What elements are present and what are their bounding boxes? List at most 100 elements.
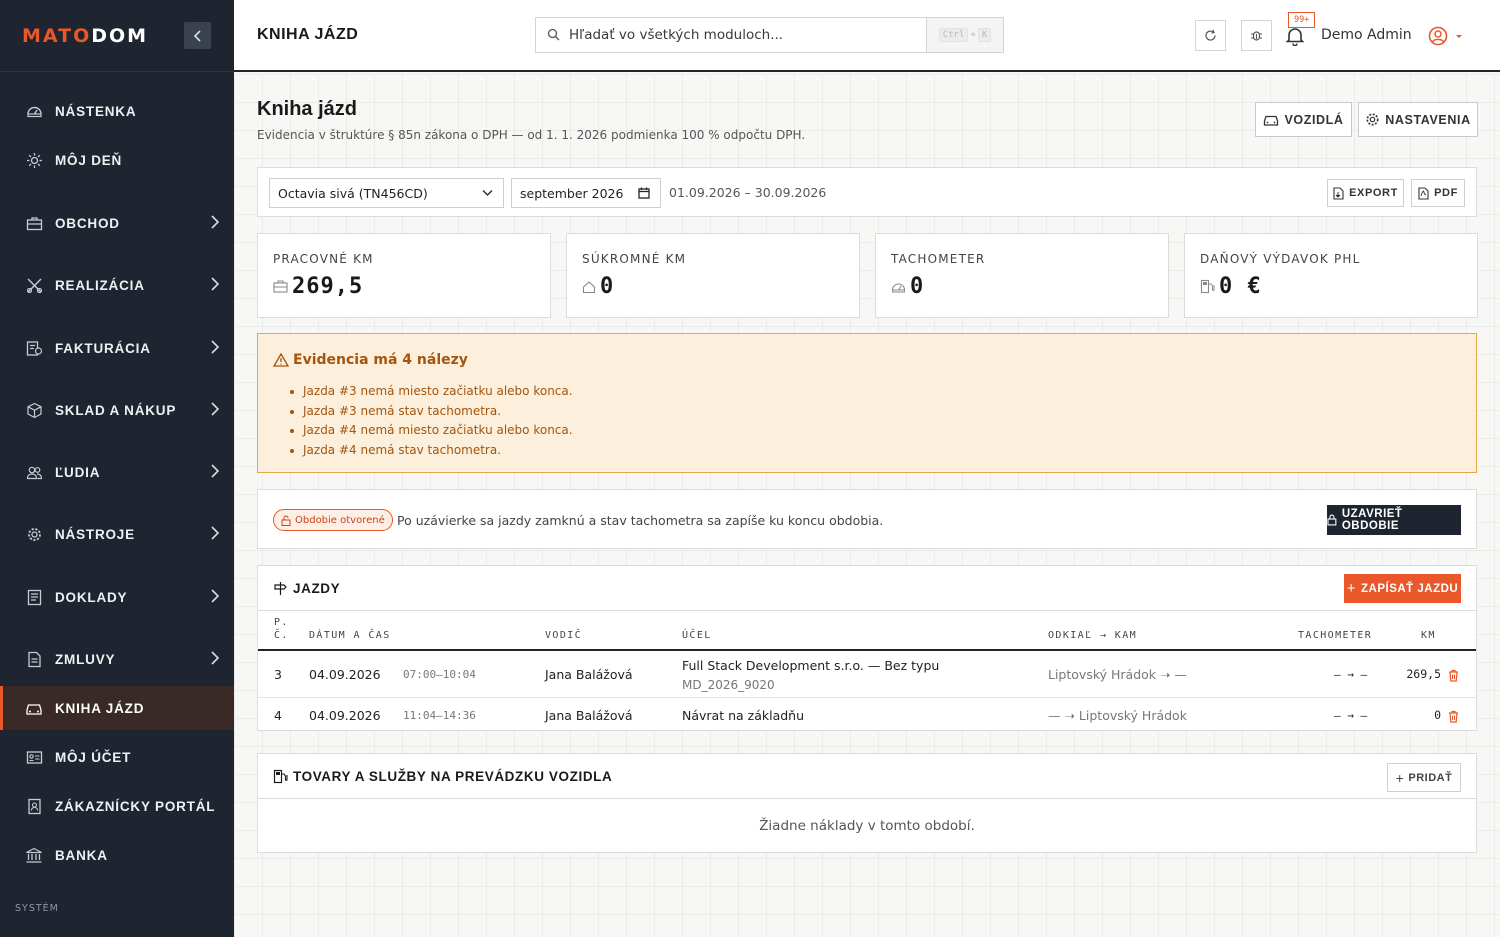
module-title: KNIHA JÁZD	[257, 26, 359, 43]
chevron-right-icon	[210, 525, 220, 545]
col-km: KM	[1421, 630, 1436, 641]
sidebar-item-moj-ucet[interactable]: MÔJ ÚČET	[0, 735, 234, 779]
row-odometer: — → —	[1334, 668, 1368, 681]
sidebar-item-moj-den[interactable]: MÔJ DEŇ	[0, 138, 234, 182]
signpost-icon	[274, 582, 287, 595]
period-panel: Obdobie otvorené Po uzávierke sa jazdy z…	[257, 489, 1477, 549]
sidebar-item-doklady[interactable]: DOKLADY	[0, 575, 234, 619]
pdf-button[interactable]: PDF	[1411, 179, 1465, 207]
sidebar-item-label: ZMLUVY	[55, 651, 116, 667]
close-period-button[interactable]: UZAVRIEŤ OBDOBIE	[1327, 505, 1461, 535]
stat-label: TACHOMETER	[891, 252, 986, 266]
month-picker[interactable]: september 2026	[511, 178, 661, 208]
stat-value-row: 0	[582, 274, 614, 299]
warning-icon	[273, 353, 289, 367]
sidebar-item-label: REALIZÁCIA	[55, 277, 145, 293]
stat-value: 0	[600, 274, 615, 299]
user-avatar-icon	[1428, 26, 1462, 46]
sidebar-collapse-button[interactable]	[184, 22, 211, 49]
kbd-k: K	[977, 28, 992, 42]
lock-icon	[1327, 514, 1337, 526]
refresh-button[interactable]	[1195, 20, 1226, 51]
stat-private-km: SÚKROMNÉ KM 0	[566, 233, 860, 318]
sidebar-item-label: BANKA	[55, 847, 108, 863]
col-no-line1: P.	[274, 617, 289, 628]
sidebar-item-nastroje[interactable]: NÁSTROJE	[0, 512, 234, 556]
search-input[interactable]: Hľadať vo všetkých moduloch...	[569, 27, 783, 43]
alert-title: Evidencia má 4 nálezy	[293, 352, 468, 368]
filter-bar: Octavia sivá (TN456CD) september 2026 01…	[257, 167, 1477, 217]
sidebar-section-system: SYSTÉM	[15, 903, 59, 914]
row-time: 07:00–10:04	[403, 668, 476, 681]
vehicles-button[interactable]: VOZIDLÁ	[1255, 102, 1352, 137]
sidebar-item-obchod[interactable]: OBCHOD	[0, 201, 234, 245]
notifications-button[interactable]	[1285, 26, 1305, 50]
page-subtitle: Evidencia v štruktúre § 85n zákona o DPH…	[257, 128, 806, 142]
row-no: 3	[274, 667, 282, 682]
sidebar-item-label: NÁSTENKA	[55, 103, 137, 119]
rides-header: JAZDY + ZAPÍSAŤ JAZDU	[258, 566, 1476, 611]
stat-label: DAŇOVÝ VÝDAVOK PHL	[1200, 252, 1361, 266]
sidebar-item-fakturacia[interactable]: FAKTURÁCIA	[0, 326, 234, 370]
sidebar-item-realizacia[interactable]: REALIZÁCIA	[0, 263, 234, 307]
sidebar-item-zmluvy[interactable]: ZMLUVY	[0, 637, 234, 681]
chevron-right-icon	[210, 650, 220, 670]
row-route: — ➝ Liptovský Hrádok	[1048, 708, 1187, 723]
user-menu[interactable]	[1428, 26, 1468, 52]
row-time: 11:04–14:36	[403, 709, 476, 722]
sidebar-item-nastenka[interactable]: NÁSTENKA	[0, 89, 234, 133]
search-shortcut: Ctrl + K	[926, 18, 1003, 52]
chevron-right-icon	[210, 214, 220, 234]
global-search[interactable]: Hľadať vo všetkých moduloch... Ctrl + K	[535, 17, 1004, 53]
user-name[interactable]: Demo Admin	[1321, 27, 1412, 43]
bell-icon	[1285, 28, 1305, 47]
document-list-icon	[24, 587, 44, 607]
sidebar-item-kniha-jazd[interactable]: KNIHA JÁZD	[0, 686, 234, 730]
add-cost-button[interactable]: + PRIDAŤ	[1387, 763, 1461, 792]
row-date: 04.09.2026	[309, 667, 381, 682]
main-content: Kniha jázd Evidencia v štruktúre § 85n z…	[234, 74, 1500, 937]
stat-label: PRACOVNÉ KM	[273, 252, 374, 266]
bank-icon	[24, 845, 44, 865]
chevron-left-icon	[193, 29, 201, 42]
table-header-divider	[258, 649, 1476, 651]
trash-icon	[1449, 669, 1458, 682]
month-picker-value: september 2026	[520, 185, 624, 201]
add-cost-label: PRIDAŤ	[1408, 771, 1453, 784]
portal-icon	[24, 796, 44, 816]
row-no: 4	[274, 708, 282, 723]
sidebar-item-banka[interactable]: BANKA	[0, 833, 234, 877]
car-icon	[24, 698, 44, 718]
vehicle-select[interactable]: Octavia sivá (TN456CD)	[269, 178, 504, 208]
delete-ride-button[interactable]	[1448, 708, 1459, 727]
plus-icon: +	[1346, 580, 1357, 597]
sidebar-item-label: OBCHOD	[55, 215, 120, 231]
stat-value: 0 €	[1219, 274, 1262, 299]
sidebar-item-zakaznicky-portal[interactable]: ZÁKAZNÍCKY PORTÁL	[0, 784, 234, 828]
row-odometer: — → —	[1334, 709, 1368, 722]
tools-icon	[24, 275, 44, 295]
sidebar-item-label: KNIHA JÁZD	[55, 700, 145, 716]
sidebar: MATODOM NÁSTENKA MÔJ DEŇ OBCHOD REALIZÁC…	[0, 0, 234, 937]
stat-value-row: 0 €	[1200, 274, 1262, 299]
sidebar-item-ludia[interactable]: ĽUDIA	[0, 450, 234, 494]
rides-title: JAZDY	[293, 581, 341, 596]
export-button[interactable]: EXPORT	[1327, 179, 1404, 207]
bug-report-button[interactable]	[1241, 20, 1272, 51]
settings-button[interactable]: NASTAVENIA	[1358, 102, 1478, 137]
stat-value-row: 0	[891, 274, 924, 299]
sidebar-item-label: ĽUDIA	[55, 464, 101, 480]
file-icon	[1333, 186, 1344, 200]
sidebar-item-label: NÁSTROJE	[55, 526, 135, 542]
chevron-right-icon	[210, 401, 220, 421]
add-ride-button[interactable]: + ZAPÍSAŤ JAZDU	[1344, 574, 1461, 603]
export-button-label: EXPORT	[1349, 187, 1398, 199]
delete-ride-button[interactable]	[1448, 667, 1459, 686]
kbd-ctrl: Ctrl	[938, 28, 969, 42]
period-status-label: Obdobie otvorené	[295, 514, 385, 526]
sidebar-item-sklad[interactable]: SKLAD A NÁKUP	[0, 388, 234, 432]
alert-item: Jazda #4 nemá miesto začiatku alebo konc…	[290, 421, 573, 441]
briefcase-icon	[273, 280, 288, 293]
brand-logo-part2: DOM	[91, 24, 149, 47]
box-icon	[24, 400, 44, 420]
